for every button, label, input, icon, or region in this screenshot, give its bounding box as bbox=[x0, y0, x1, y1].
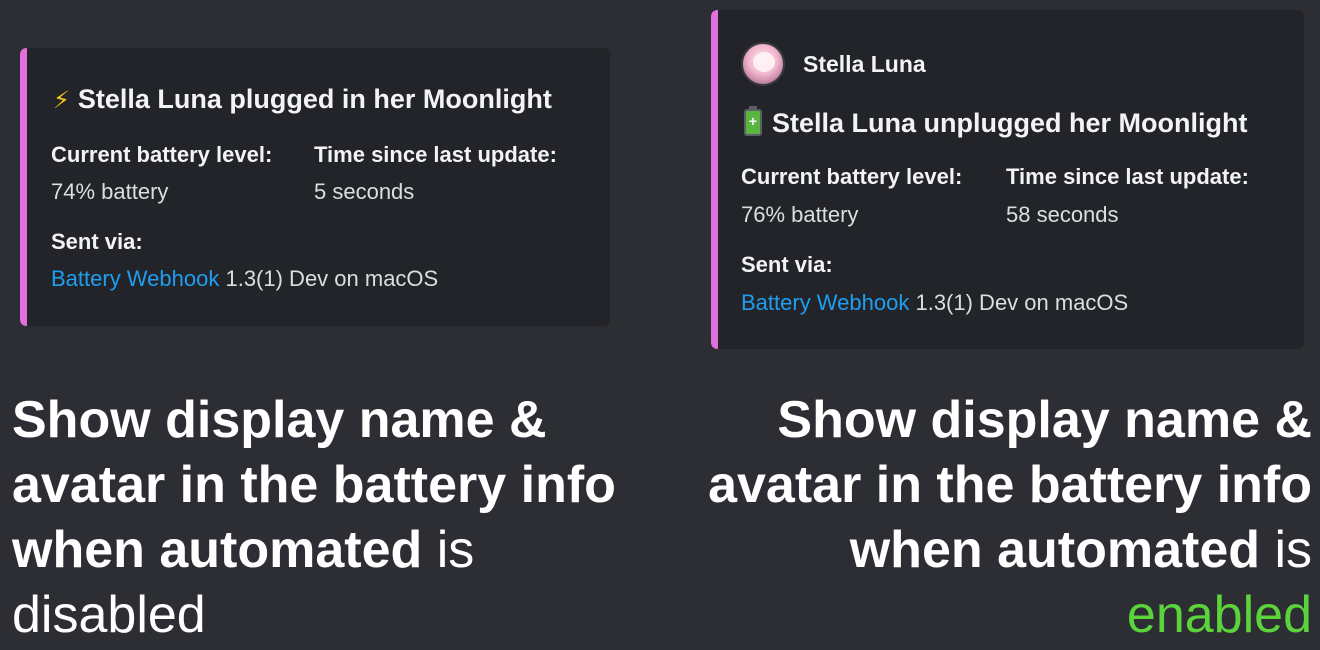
lightning-bolt-icon: ⚡ bbox=[53, 87, 70, 114]
battery-level-label: Current battery level: bbox=[741, 164, 963, 189]
embed-color-stripe bbox=[711, 10, 718, 349]
embed-title: + Stella Luna unplugged her Moonlight bbox=[744, 106, 1247, 139]
caption-disabled: Show display name & avatar in the batter… bbox=[12, 388, 652, 648]
time-since-update-label: Time since last update: bbox=[314, 142, 557, 167]
embed-card-plugged-in: ⚡ Stella Luna plugged in her Moonlight Cu… bbox=[20, 48, 610, 326]
sent-via-label: Sent via: bbox=[51, 229, 143, 254]
battery-level-value: 74% battery bbox=[51, 179, 169, 204]
caption-line: avatar in the battery info bbox=[708, 456, 1312, 514]
caption-bold-text: when automated bbox=[12, 521, 423, 579]
caption-line: when automated is bbox=[672, 518, 1312, 583]
caption-line: when automated is bbox=[12, 518, 652, 583]
battery-level-label: Current battery level: bbox=[51, 142, 273, 167]
battery-level-value: 76% battery bbox=[741, 202, 859, 227]
sent-via-value: Battery Webhook 1.3(1) Dev on macOS bbox=[51, 266, 438, 292]
time-since-update-value: 58 seconds bbox=[1006, 202, 1119, 227]
avatar[interactable] bbox=[741, 42, 785, 86]
embed-title-text: Stella Luna unplugged her Moonlight bbox=[772, 108, 1248, 138]
time-since-update-value: 5 seconds bbox=[314, 179, 415, 204]
time-since-update-label: Time since last update: bbox=[1006, 164, 1249, 189]
battery-webhook-link[interactable]: Battery Webhook bbox=[51, 266, 219, 291]
caption-line: Show display name & bbox=[777, 391, 1312, 449]
caption-enabled: Show display name & avatar in the batter… bbox=[672, 388, 1312, 648]
embed-author: Stella Luna bbox=[741, 42, 926, 86]
battery-webhook-link[interactable]: Battery Webhook bbox=[741, 290, 909, 315]
author-display-name[interactable]: Stella Luna bbox=[803, 51, 926, 78]
battery-icon: + bbox=[744, 106, 762, 136]
caption-light-text: is bbox=[1260, 521, 1312, 579]
embed-card-unplugged: Stella Luna + Stella Luna unplugged her … bbox=[711, 10, 1304, 349]
embed-color-stripe bbox=[20, 48, 27, 326]
sent-via-label: Sent via: bbox=[741, 252, 833, 277]
embed-title: ⚡ Stella Luna plugged in her Moonlight bbox=[53, 84, 552, 115]
caption-line: Show display name & bbox=[12, 391, 547, 449]
sent-via-value: Battery Webhook 1.3(1) Dev on macOS bbox=[741, 290, 1128, 316]
app-version-text: 1.3(1) Dev on macOS bbox=[909, 290, 1129, 315]
caption-light-text: is bbox=[422, 521, 475, 579]
caption-line: avatar in the battery info bbox=[12, 456, 616, 514]
app-version-text: 1.3(1) Dev on macOS bbox=[219, 266, 439, 291]
caption-bold-text: when automated bbox=[849, 521, 1260, 579]
caption-status-disabled: disabled bbox=[12, 586, 206, 644]
caption-status-enabled: enabled bbox=[1126, 586, 1312, 644]
embed-title-text: Stella Luna plugged in her Moonlight bbox=[77, 84, 552, 114]
